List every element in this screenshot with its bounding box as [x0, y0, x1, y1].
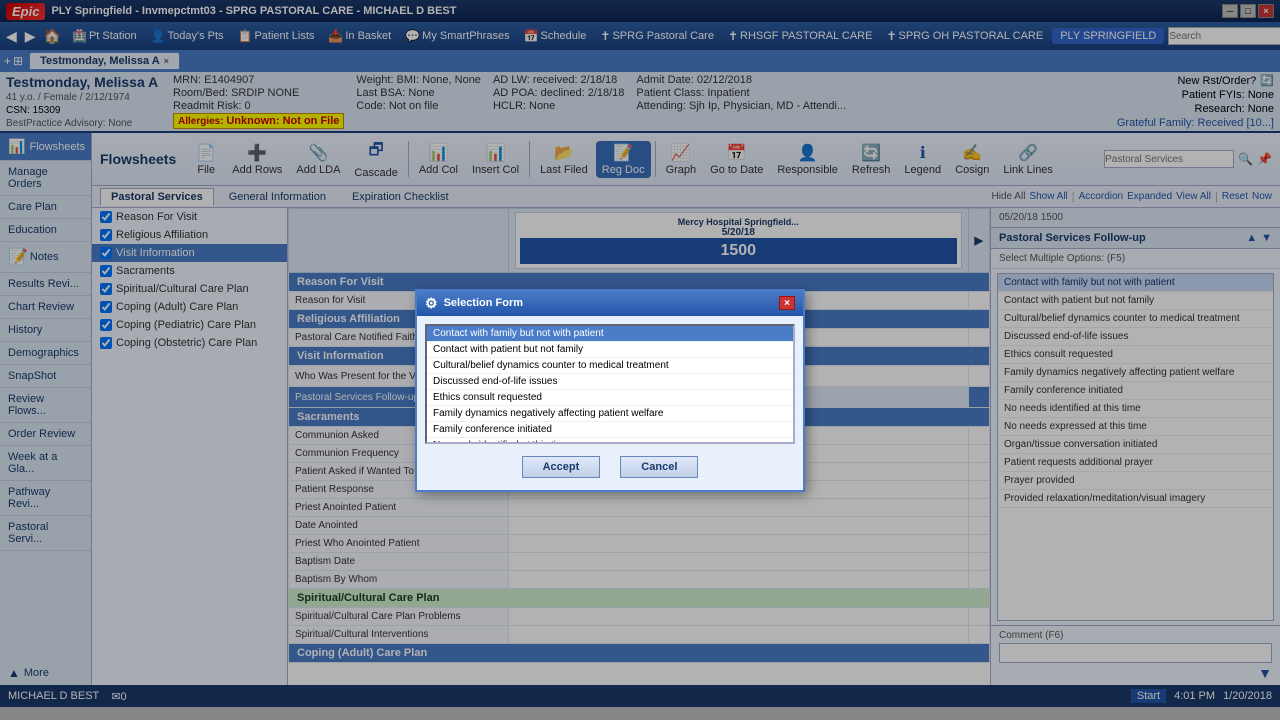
- modal-item-7[interactable]: No needs identified at this time: [427, 438, 793, 444]
- modal-title-text: Selection Form: [444, 297, 523, 309]
- selection-form-modal: ⚙ Selection Form × Contact with family b…: [415, 289, 805, 492]
- modal-body: Contact with family but not with patient…: [417, 316, 803, 490]
- modal-item-1[interactable]: Contact with patient but not family: [427, 342, 793, 358]
- modal-overlay: ⚙ Selection Form × Contact with family b…: [0, 0, 1280, 720]
- modal-item-3[interactable]: Discussed end-of-life issues: [427, 374, 793, 390]
- modal-item-2[interactable]: Cultural/belief dynamics counter to medi…: [427, 358, 793, 374]
- modal-title-bar: ⚙ Selection Form ×: [417, 291, 803, 316]
- modal-settings-icon: ⚙: [425, 295, 438, 312]
- modal-cancel-button[interactable]: Cancel: [620, 456, 698, 478]
- modal-list: Contact with family but not with patient…: [425, 324, 795, 444]
- modal-item-6[interactable]: Family conference initiated: [427, 422, 793, 438]
- modal-item-5[interactable]: Family dynamics negatively affecting pat…: [427, 406, 793, 422]
- modal-item-0[interactable]: Contact with family but not with patient: [427, 326, 793, 342]
- modal-close-button[interactable]: ×: [779, 296, 795, 310]
- modal-buttons-area: Accept Cancel: [425, 452, 795, 482]
- modal-item-4[interactable]: Ethics consult requested: [427, 390, 793, 406]
- modal-accept-button[interactable]: Accept: [522, 456, 601, 478]
